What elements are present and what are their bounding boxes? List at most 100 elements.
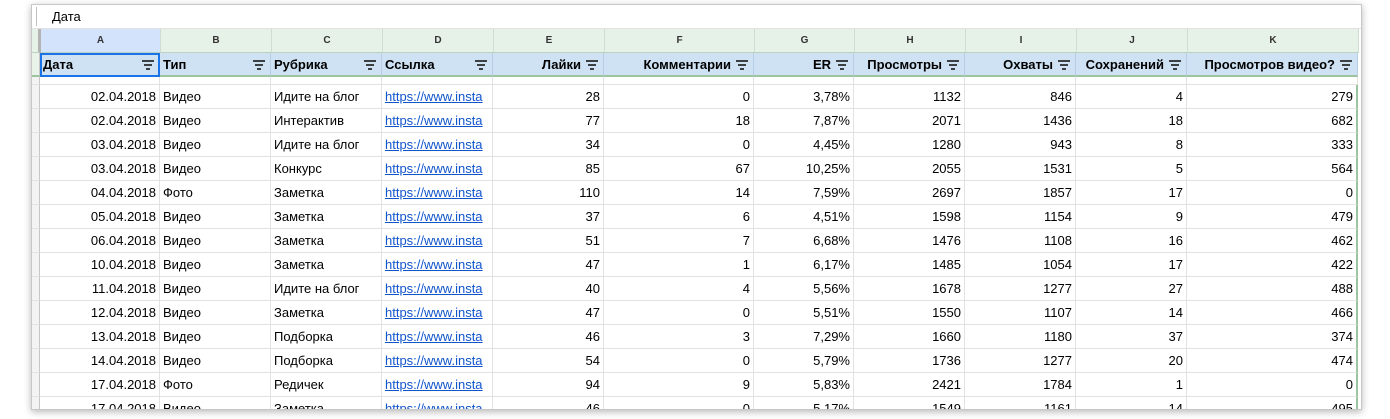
row-header[interactable] <box>32 349 40 373</box>
row-header[interactable] <box>32 325 40 349</box>
table-cell[interactable]: 37 <box>493 205 604 229</box>
table-cell[interactable]: 6,17% <box>754 253 854 277</box>
table-cell[interactable]: https://www.insta <box>382 181 493 205</box>
table-cell[interactable]: 1108 <box>965 229 1076 253</box>
column-header-g[interactable]: G <box>755 29 855 53</box>
table-cell[interactable]: Видео <box>160 205 271 229</box>
table-cell[interactable]: 18 <box>1076 109 1187 133</box>
column-header-b[interactable]: B <box>161 29 272 53</box>
table-cell[interactable]: Видео <box>160 253 271 277</box>
table-cell[interactable]: 10.04.2018 <box>40 253 160 277</box>
table-cell[interactable]: 110 <box>493 181 604 205</box>
table-cell[interactable]: Заметка <box>271 229 382 253</box>
table-cell[interactable]: https://www.insta <box>382 133 493 157</box>
table-cell[interactable]: 1054 <box>965 253 1076 277</box>
table-cell[interactable]: https://www.insta <box>382 277 493 301</box>
table-cell[interactable]: 0 <box>604 301 754 325</box>
link-text[interactable]: https://www.insta <box>385 137 483 152</box>
empty-cell[interactable] <box>754 77 854 85</box>
table-cell[interactable]: 6,68% <box>754 229 854 253</box>
filter-icon[interactable] <box>836 60 848 70</box>
table-cell[interactable]: Видео <box>160 397 271 409</box>
empty-cell[interactable] <box>1187 77 1358 85</box>
table-cell[interactable]: 46 <box>493 325 604 349</box>
column-header-e[interactable]: E <box>494 29 605 53</box>
row-header[interactable] <box>32 205 40 229</box>
table-cell[interactable]: 1161 <box>965 397 1076 409</box>
table-cell[interactable]: 5,51% <box>754 301 854 325</box>
table-cell[interactable]: 12.04.2018 <box>40 301 160 325</box>
table-cell[interactable]: 5,56% <box>754 277 854 301</box>
table-cell[interactable]: 40 <box>493 277 604 301</box>
table-cell[interactable]: 85 <box>493 157 604 181</box>
link-text[interactable]: https://www.insta <box>385 257 483 272</box>
table-cell[interactable]: 1678 <box>854 277 965 301</box>
table-cell[interactable]: https://www.insta <box>382 373 493 397</box>
table-cell[interactable]: Подборка <box>271 325 382 349</box>
table-cell[interactable]: Заметка <box>271 205 382 229</box>
header-cell[interactable]: Просмотров видео? <box>1187 53 1358 77</box>
filter-icon[interactable] <box>253 60 265 70</box>
filter-icon[interactable] <box>1058 60 1070 70</box>
table-cell[interactable]: 0 <box>1187 373 1358 397</box>
table-cell[interactable]: 1784 <box>965 373 1076 397</box>
table-cell[interactable]: 5,83% <box>754 373 854 397</box>
table-cell[interactable]: Редичек <box>271 373 382 397</box>
table-cell[interactable]: 1280 <box>854 133 965 157</box>
table-cell[interactable]: 9 <box>604 373 754 397</box>
table-cell[interactable]: Заметка <box>271 181 382 205</box>
header-cell[interactable]: Тип <box>160 53 271 77</box>
link-text[interactable]: https://www.insta <box>385 209 483 224</box>
table-cell[interactable]: 17.04.2018 <box>40 373 160 397</box>
table-cell[interactable]: 14 <box>1076 397 1187 409</box>
table-cell[interactable]: 1549 <box>854 397 965 409</box>
row-header[interactable] <box>32 373 40 397</box>
table-cell[interactable]: 03.04.2018 <box>40 133 160 157</box>
table-cell[interactable]: https://www.insta <box>382 109 493 133</box>
table-cell[interactable]: 18 <box>604 109 754 133</box>
table-cell[interactable]: 9 <box>1076 205 1187 229</box>
table-cell[interactable]: 4 <box>1076 85 1187 109</box>
table-cell[interactable]: 1476 <box>854 229 965 253</box>
table-cell[interactable]: 7,29% <box>754 325 854 349</box>
table-cell[interactable]: Идите на блог <box>271 85 382 109</box>
table-cell[interactable]: 47 <box>493 301 604 325</box>
column-header-i[interactable]: I <box>966 29 1077 53</box>
link-text[interactable]: https://www.insta <box>385 113 483 128</box>
table-cell[interactable]: 20 <box>1076 349 1187 373</box>
table-cell[interactable]: 1550 <box>854 301 965 325</box>
column-header-c[interactable]: C <box>272 29 383 53</box>
filter-icon[interactable] <box>475 60 487 70</box>
table-cell[interactable]: Идите на блог <box>271 277 382 301</box>
row-header[interactable] <box>32 53 40 77</box>
filter-icon[interactable] <box>736 60 748 70</box>
header-cell[interactable]: Лайки <box>493 53 604 77</box>
table-cell[interactable]: Подборка <box>271 349 382 373</box>
table-cell[interactable]: Фото <box>160 373 271 397</box>
table-cell[interactable]: 02.04.2018 <box>40 85 160 109</box>
filter-icon[interactable] <box>142 60 154 70</box>
table-cell[interactable]: https://www.insta <box>382 397 493 409</box>
table-cell[interactable]: 94 <box>493 373 604 397</box>
filter-icon[interactable] <box>1340 60 1352 70</box>
table-cell[interactable]: 16 <box>1076 229 1187 253</box>
row-header[interactable] <box>32 85 40 109</box>
table-cell[interactable]: 0 <box>604 133 754 157</box>
link-text[interactable]: https://www.insta <box>385 161 483 176</box>
table-cell[interactable]: Видео <box>160 133 271 157</box>
table-cell[interactable]: 333 <box>1187 133 1358 157</box>
table-cell[interactable]: 1660 <box>854 325 965 349</box>
table-cell[interactable]: Видео <box>160 85 271 109</box>
table-cell[interactable]: 943 <box>965 133 1076 157</box>
formula-bar[interactable]: Дата <box>32 5 1361 29</box>
header-cell[interactable]: Дата <box>40 53 160 77</box>
table-cell[interactable]: 1277 <box>965 277 1076 301</box>
empty-cell[interactable] <box>160 77 271 85</box>
table-cell[interactable]: 4,51% <box>754 205 854 229</box>
table-cell[interactable]: Интерактив <box>271 109 382 133</box>
row-header[interactable] <box>32 157 40 181</box>
table-cell[interactable]: 1436 <box>965 109 1076 133</box>
row-header[interactable] <box>32 77 40 85</box>
column-header-f[interactable]: F <box>605 29 755 53</box>
table-cell[interactable]: 1857 <box>965 181 1076 205</box>
